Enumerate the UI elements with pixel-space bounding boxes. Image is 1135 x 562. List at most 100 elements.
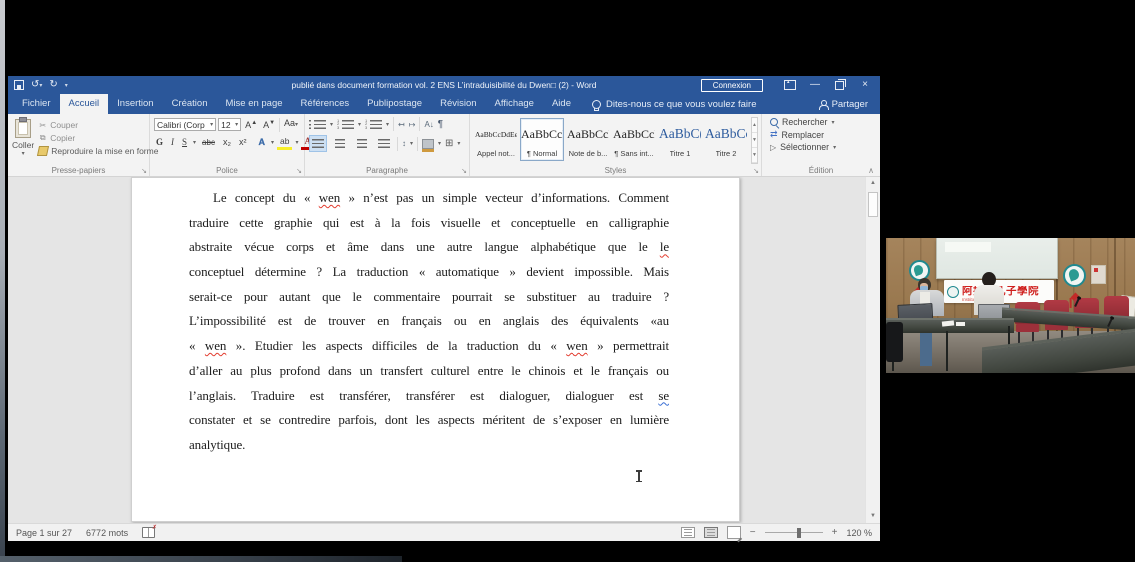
style-note-de-b[interactable]: AaBbCcDcNote de b... (566, 118, 610, 161)
read-mode-view-icon[interactable] (681, 527, 695, 538)
text-highlight-button[interactable]: ab (278, 135, 291, 150)
scroll-up-icon[interactable]: ▲ (866, 177, 880, 190)
text-segment: traduire cette graphie qui est à la fois… (189, 215, 669, 230)
tab-mise-en-page[interactable]: Mise en page (217, 94, 292, 114)
collapse-ribbon-icon[interactable]: ∧ (868, 166, 874, 175)
zoom-slider[interactable] (765, 532, 823, 534)
grow-font-button[interactable]: A▲ (243, 117, 259, 132)
styles-more-icon[interactable]: ▼ (752, 148, 757, 163)
tab-creation[interactable]: Création (163, 94, 217, 114)
undo-icon[interactable]: ↺▾ (31, 80, 42, 91)
zoom-out-icon[interactable]: − (750, 527, 756, 538)
word-count[interactable]: 6772 mots (86, 528, 128, 538)
decrease-indent-icon[interactable]: ↤ (398, 120, 405, 129)
tab-affichage[interactable]: Affichage (486, 94, 543, 114)
strikethrough-button[interactable]: abc (200, 136, 217, 149)
tab-publipostage[interactable]: Publipostage (358, 94, 431, 114)
styles-scroll-up-icon[interactable]: ▲ (752, 118, 757, 133)
search-icon (770, 118, 778, 126)
ribbon: Coller ▾ ✂ Couper ⧉ Copier Reproduire la… (8, 114, 880, 177)
format-painter-icon (37, 146, 49, 156)
shrink-font-button[interactable]: A▼ (261, 117, 277, 132)
scrollbar-thumb[interactable] (868, 192, 878, 217)
bullets-button[interactable] (314, 120, 326, 129)
text-segment: Le concept du « (213, 190, 319, 205)
tab-references[interactable]: Références (292, 94, 359, 114)
font-name-combo[interactable]: Calibri (Corp▾ (154, 118, 216, 131)
document-line: « wen ». Etudier les aspects difficiles … (189, 334, 669, 359)
minimize-button[interactable]: — (803, 76, 827, 94)
style-appel-not[interactable]: AaBbCcDdEeAppel not... (474, 118, 518, 161)
underline-button[interactable]: S (180, 136, 189, 149)
line-spacing-button[interactable]: ↕ (402, 139, 406, 148)
styles-scrollbar[interactable]: ▲ ▼ ▼ (751, 117, 758, 164)
sort-icon[interactable]: A↓ (424, 120, 433, 129)
bold-button[interactable]: G (154, 136, 165, 149)
zoom-in-icon[interactable]: + (832, 527, 838, 538)
justify-button[interactable] (375, 135, 393, 152)
proofing-book-icon[interactable] (142, 527, 155, 538)
print-layout-view-icon[interactable] (704, 527, 718, 538)
show-formatting-marks-button[interactable]: ¶ (438, 119, 443, 130)
paste-caret-icon[interactable]: ▾ (22, 150, 25, 157)
font-dialog-launcher-icon[interactable]: ↘ (296, 167, 302, 175)
text-segment: l’anglais. Traduire est transférer, tran… (189, 388, 658, 403)
scroll-down-icon[interactable]: ▼ (866, 510, 880, 523)
styles-scroll-down-icon[interactable]: ▼ (752, 133, 757, 148)
tab-accueil[interactable]: Accueil (60, 94, 109, 114)
paragraph-dialog-launcher-icon[interactable]: ↘ (461, 167, 467, 175)
select-button[interactable]: ▷ Sélectionner ▾ (770, 142, 876, 152)
tab-revision[interactable]: Révision (431, 94, 485, 114)
restore-button[interactable] (835, 81, 844, 90)
redo-icon[interactable]: ↻ (49, 80, 57, 90)
clipboard-dialog-launcher-icon[interactable]: ↘ (141, 167, 147, 175)
text-segment: constater et se contredire parfois, dont… (189, 412, 669, 427)
connexion-button[interactable]: Connexion (701, 79, 763, 92)
change-case-button[interactable]: Aa▾ (282, 117, 300, 132)
italic-button[interactable]: I (169, 136, 176, 149)
page-indicator[interactable]: Page 1 sur 27 (16, 528, 72, 538)
copy-icon: ⧉ (38, 133, 47, 143)
save-icon[interactable] (14, 80, 24, 90)
tab-aide[interactable]: Aide (543, 94, 580, 114)
zoom-slider-thumb[interactable] (797, 528, 801, 538)
multilevel-list-button[interactable] (370, 120, 382, 129)
web-layout-view-icon[interactable] (727, 526, 741, 539)
borders-icon[interactable]: ⊞ (445, 139, 453, 149)
tab-fichier[interactable]: Fichier (13, 94, 60, 114)
align-left-button[interactable] (309, 135, 327, 152)
style-titre-1[interactable]: AaBbC(Titre 1 (658, 118, 702, 161)
document-line: d’aller au plus profond dans un transfer… (189, 359, 669, 384)
vertical-scrollbar[interactable]: ▲ ▼ (865, 177, 880, 523)
zoom-level[interactable]: 120 % (846, 528, 872, 538)
format-painter-button[interactable]: Reproduire la mise en forme (38, 146, 158, 156)
tell-me-box[interactable]: Dites-nous ce que vous voulez faire (592, 94, 757, 114)
subscript-button[interactable]: x₂ (221, 136, 233, 149)
find-button[interactable]: Rechercher ▾ (770, 117, 876, 127)
shading-bucket-icon[interactable] (422, 139, 434, 149)
style-normal[interactable]: AaBbCcD¶ Normal (520, 118, 564, 161)
align-center-button[interactable] (331, 135, 349, 152)
font-size-combo[interactable]: 12▾ (218, 118, 241, 131)
replace-button[interactable]: ⇄ Remplacer (770, 129, 876, 140)
document-page[interactable]: Le concept du « wen » n’est pas un simpl… (131, 177, 740, 522)
superscript-button[interactable]: x² (237, 136, 249, 149)
increase-indent-icon[interactable]: ↦ (409, 120, 416, 129)
text-effects-button[interactable]: A (256, 136, 267, 149)
copy-button[interactable]: ⧉ Copier (38, 133, 158, 143)
share-button[interactable]: Partager (819, 94, 880, 114)
style-sans-int[interactable]: AaBbCcD¶ Sans int... (612, 118, 656, 161)
text-segment: analytique. (189, 437, 245, 452)
close-button[interactable]: × (853, 76, 877, 94)
paste-button[interactable]: Coller ▾ (12, 117, 34, 164)
tab-insertion[interactable]: Insertion (108, 94, 162, 114)
styles-dialog-launcher-icon[interactable]: ↘ (753, 167, 759, 175)
text-segment: serait-ce pour autant que le commentaire… (189, 289, 669, 304)
style-titre-2[interactable]: AaBbCcETitre 2 (704, 118, 748, 161)
cut-button[interactable]: ✂ Couper (38, 120, 158, 130)
font-group-title: Police (150, 166, 304, 175)
customize-qat-icon[interactable]: ▾ (65, 82, 68, 89)
ribbon-display-options-icon[interactable] (784, 80, 796, 90)
align-right-button[interactable] (353, 135, 371, 152)
numbering-button[interactable] (342, 120, 354, 129)
